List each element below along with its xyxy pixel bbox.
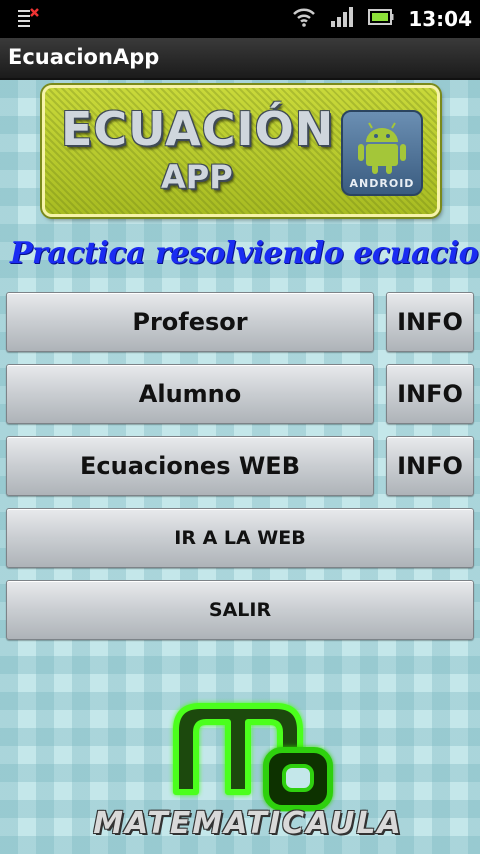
tagline: Practica resolviendo ecuaciones	[10, 236, 480, 271]
clock: 13:04	[408, 7, 472, 31]
battery-icon	[368, 7, 394, 31]
matematicaula-logo: MATEMATICAULA	[80, 692, 416, 852]
profesor-info-button[interactable]: INFO	[386, 292, 474, 352]
alumno-button-label: Alumno	[138, 380, 242, 408]
app-title-bar: EcuacionApp	[0, 38, 480, 80]
profesor-button-label: Profesor	[132, 308, 248, 336]
android-robot-icon	[358, 122, 406, 174]
alumno-info-label: INFO	[397, 380, 463, 408]
ecuaciones-web-button[interactable]: Ecuaciones WEB	[6, 436, 374, 496]
matematicaula-wordmark: MATEMATICAULA	[93, 806, 403, 841]
android-badge-label: ANDROID	[349, 177, 415, 190]
android-badge: ANDROID	[341, 110, 423, 196]
app-title: EcuacionApp	[8, 45, 160, 69]
signal-icon	[330, 7, 354, 31]
go-to-web-button[interactable]: IR A LA WEB	[6, 508, 474, 568]
ecuaciones-web-info-label: INFO	[397, 452, 463, 480]
wifi-icon	[292, 7, 316, 31]
ma-logo-icon	[173, 703, 333, 811]
alumno-info-button[interactable]: INFO	[386, 364, 474, 424]
profesor-info-label: INFO	[397, 308, 463, 336]
exit-label: SALIR	[208, 599, 272, 621]
app-banner-logo: ECUACIÓN APP ANDROID	[42, 85, 440, 217]
ecuaciones-web-info-button[interactable]: INFO	[386, 436, 474, 496]
main-content: ECUACIÓN APP ANDROID Practica resolviend…	[0, 80, 480, 854]
notification-icon	[18, 8, 40, 32]
alumno-button[interactable]: Alumno	[6, 364, 374, 424]
exit-button[interactable]: SALIR	[6, 580, 474, 640]
go-to-web-label: IR A LA WEB	[174, 527, 306, 549]
status-bar: 13:04	[0, 0, 480, 38]
profesor-button[interactable]: Profesor	[6, 292, 374, 352]
banner-title: ECUACIÓN	[61, 102, 335, 156]
banner-subtitle: APP	[161, 158, 233, 196]
ecuaciones-web-button-label: Ecuaciones WEB	[79, 452, 300, 480]
